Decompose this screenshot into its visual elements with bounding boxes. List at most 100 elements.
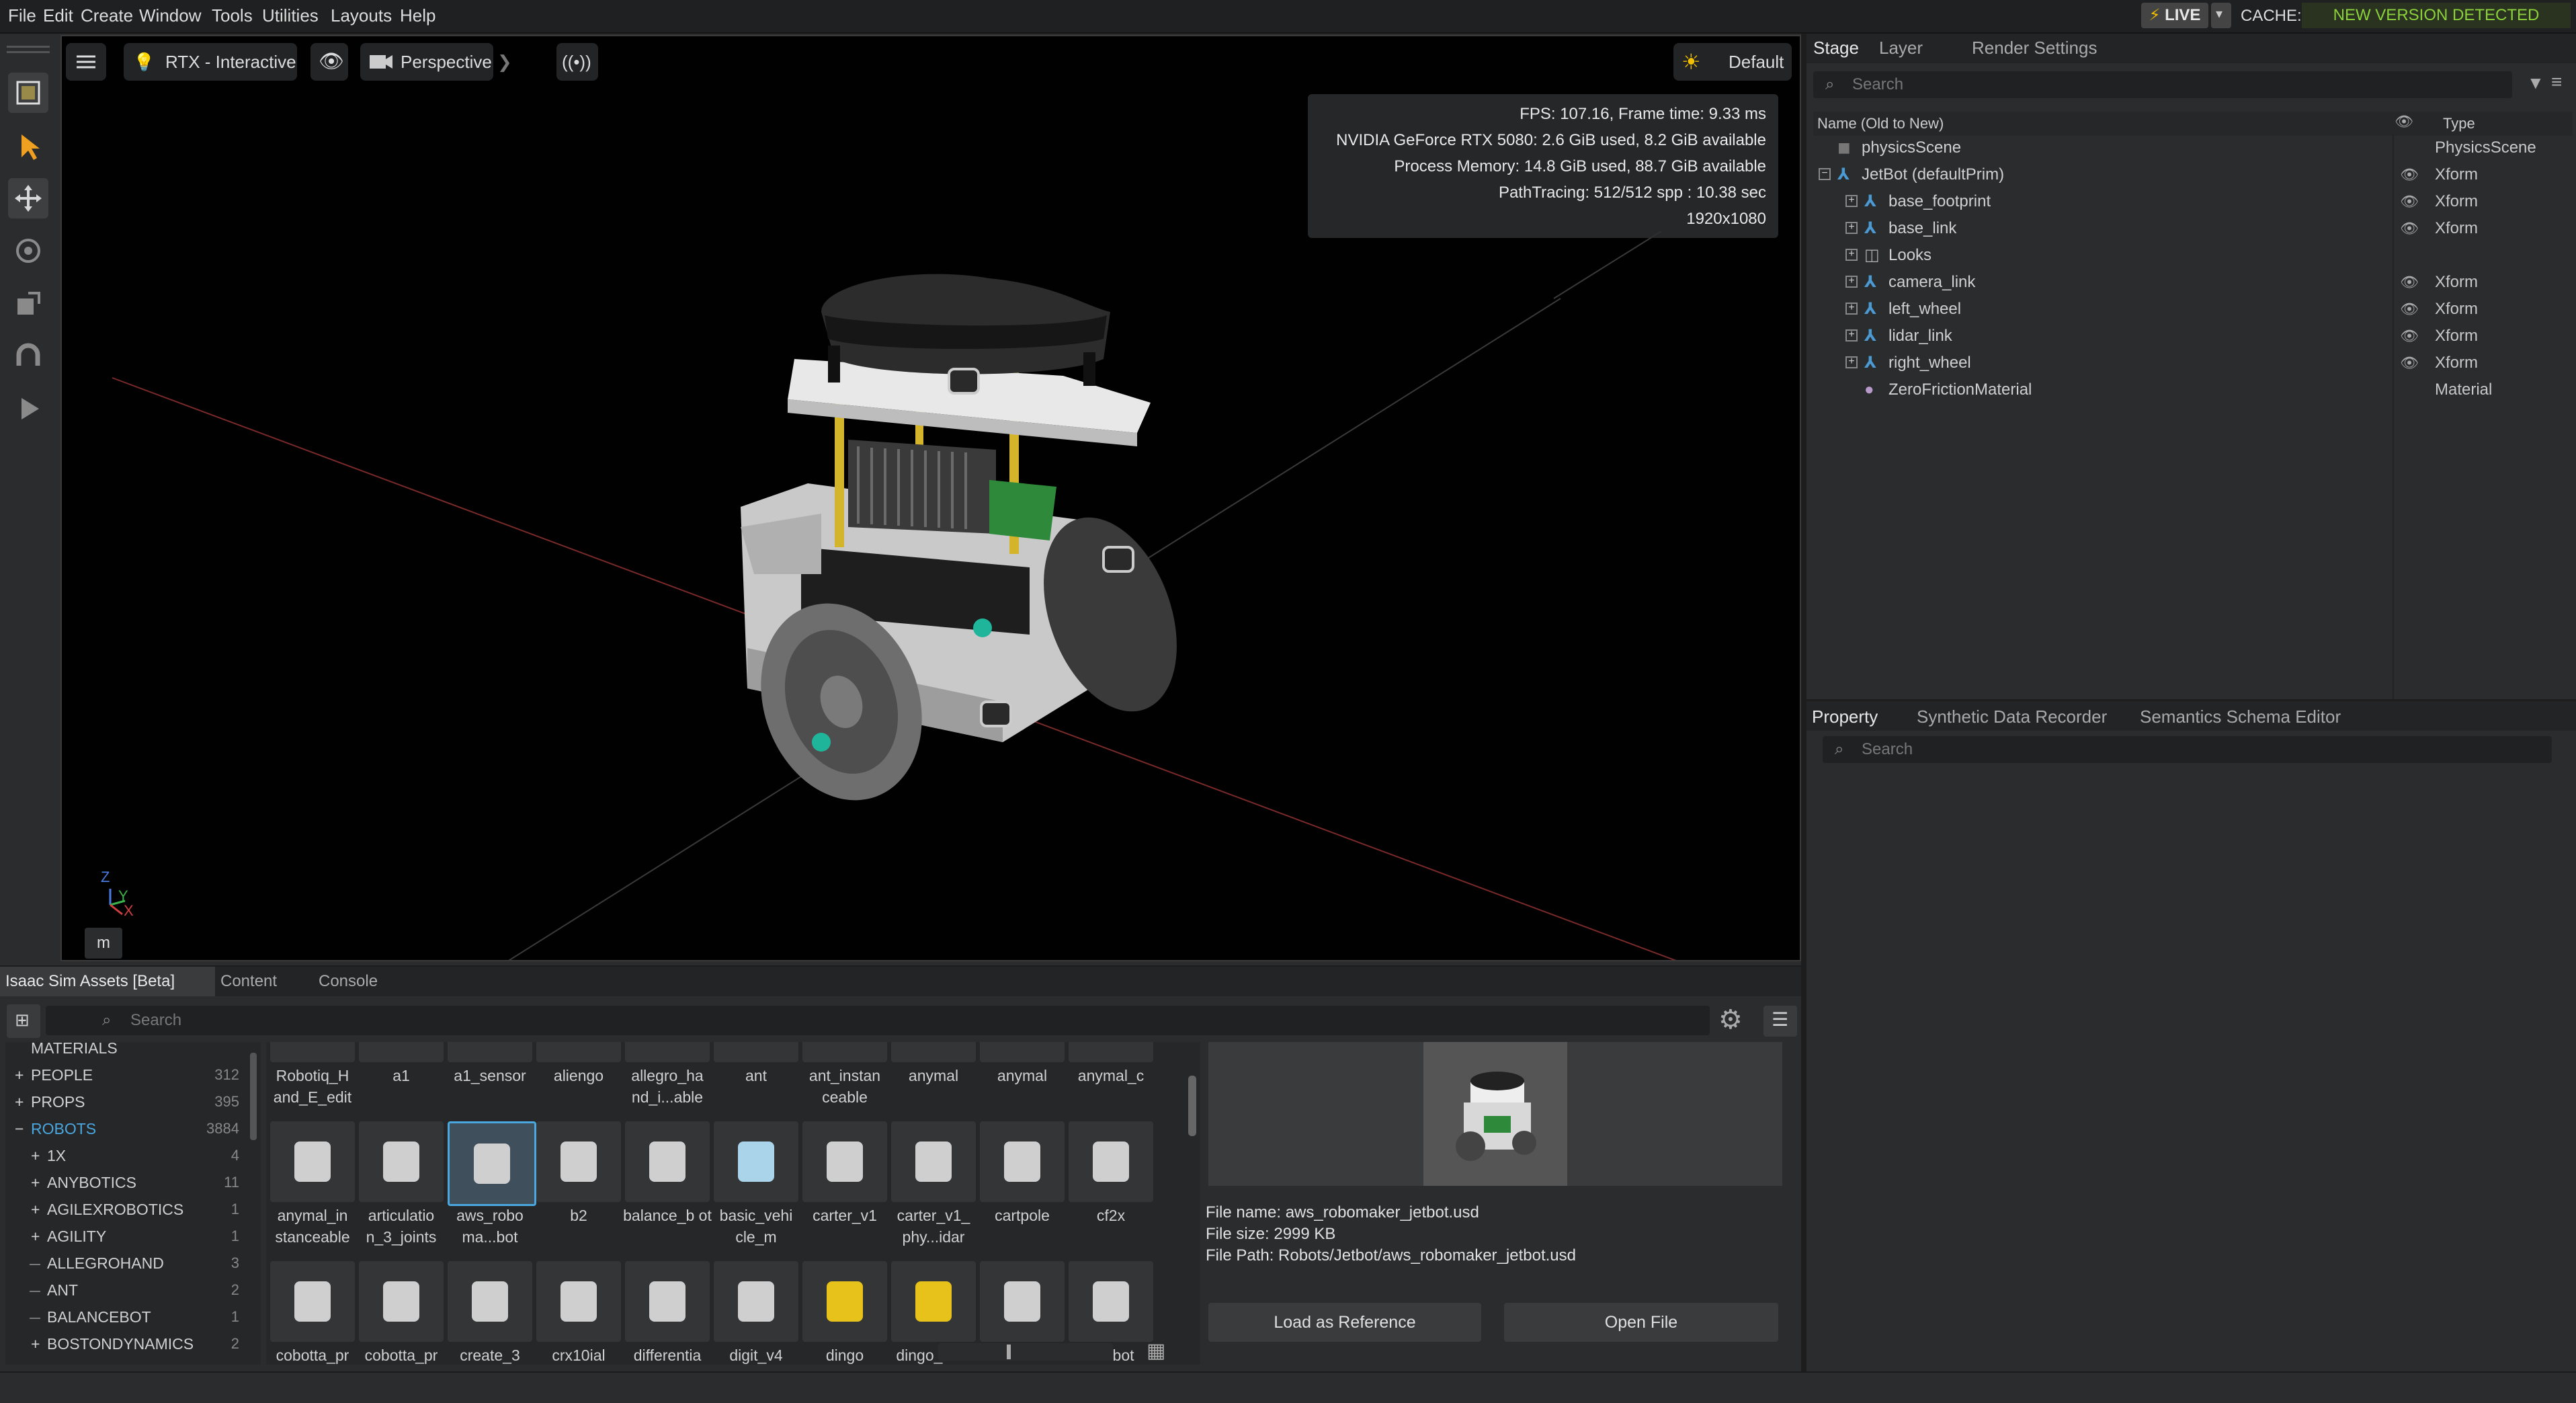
category-item[interactable]: ALLEGROHAND 3 [5, 1250, 247, 1277]
category-item[interactable]: ANT 2 [5, 1277, 247, 1304]
visibility-eye-icon[interactable]: 👁 [2400, 296, 2419, 323]
viewport-settings-button[interactable] [66, 43, 106, 81]
visibility-eye-icon[interactable]: 👁 [2400, 323, 2419, 350]
asset-label[interactable]: cobotta_pr [357, 1345, 446, 1365]
expand-icon[interactable]: + [1845, 249, 1858, 261]
asset-thumbnail[interactable] [802, 1042, 887, 1062]
category-item[interactable]: + PEOPLE 312 [5, 1062, 247, 1089]
asset-thumbnail[interactable] [891, 1042, 976, 1062]
menu-tools[interactable]: Tools [212, 5, 253, 26]
snap-tool-button[interactable] [8, 73, 48, 113]
collapse-icon[interactable]: − [15, 1120, 24, 1138]
eye-icon[interactable]: 👁 [2395, 113, 2413, 130]
thumbnail-size-slider[interactable] [938, 1343, 1113, 1361]
visibility-eye-icon[interactable]: 👁 [2400, 350, 2419, 376]
expand-icon[interactable]: + [15, 1066, 24, 1084]
asset-thumbnail[interactable] [625, 1121, 710, 1202]
asset-thumbnail[interactable] [714, 1042, 798, 1062]
panel-splitter[interactable] [1801, 34, 1806, 1371]
asset-label[interactable]: crx10ial [534, 1345, 623, 1365]
tab-layer[interactable]: Layer [1879, 38, 1923, 58]
menu-utilities[interactable]: Utilities [262, 5, 319, 26]
menu-help[interactable]: Help [400, 5, 435, 26]
category-item[interactable]: − ROBOTS 3884 [5, 1116, 247, 1143]
asset-label[interactable]: allegro_ha nd_i...able [623, 1065, 712, 1108]
render-mode-dropdown[interactable]: 💡 RTX - Interactive [124, 43, 297, 81]
filter-icon[interactable]: ▼ [2527, 73, 2544, 93]
expand-icon[interactable]: + [31, 1228, 40, 1246]
asset-label[interactable]: a1 [357, 1065, 446, 1086]
asset-thumbnail[interactable] [359, 1261, 444, 1342]
column-name-header[interactable]: Name (Old to New) [1817, 115, 1944, 132]
expand-icon[interactable]: + [1845, 195, 1858, 207]
asset-label[interactable]: balance_b ot [623, 1205, 712, 1226]
expand-icon[interactable]: + [31, 1174, 40, 1192]
asset-label[interactable]: cartpole [978, 1205, 1067, 1226]
asset-thumbnail[interactable] [625, 1261, 710, 1342]
expand-icon[interactable]: + [31, 1335, 40, 1353]
visibility-eye-icon[interactable]: 👁 [2400, 161, 2419, 188]
move-tool-button[interactable] [8, 178, 48, 218]
expand-icon[interactable]: + [1845, 356, 1858, 368]
asset-label[interactable]: ant [712, 1065, 800, 1086]
menu-create[interactable]: Create [81, 5, 133, 26]
tab-console[interactable]: Console [319, 972, 378, 991]
property-search-input[interactable]: ⌕ Search [1823, 736, 2552, 763]
category-item[interactable]: + PROPS 395 [5, 1089, 247, 1116]
asset-label[interactable]: aliengo [534, 1065, 623, 1086]
stage-tree-row[interactable]: + ◫ Looks [1806, 242, 2573, 269]
jetbot-robot-model[interactable] [707, 258, 1177, 809]
live-dropdown-button[interactable]: ▾ [2211, 3, 2231, 28]
asset-label[interactable]: b2 [534, 1205, 623, 1226]
menu-file[interactable]: File [8, 5, 36, 26]
asset-label[interactable]: carter_v1_ phy...idar [889, 1205, 978, 1248]
asset-thumbnail[interactable] [536, 1261, 621, 1342]
tab-synthetic-data-recorder[interactable]: Synthetic Data Recorder [1917, 707, 2107, 727]
tab-stage[interactable]: Stage [1813, 38, 1859, 58]
menu-window[interactable]: Window [139, 5, 201, 26]
expand-icon[interactable]: + [1845, 329, 1858, 342]
asset-grid-scrollbar[interactable] [1188, 1076, 1196, 1136]
options-menu-icon[interactable]: ≡ [2551, 71, 2562, 93]
asset-label[interactable]: articulatio n_3_joints [357, 1205, 446, 1248]
asset-thumbnail[interactable] [1069, 1042, 1153, 1062]
stage-tree-row[interactable]: + ⅄ base_footprint 👁 Xform [1806, 188, 2573, 215]
category-item[interactable]: MATERIALS [5, 1042, 247, 1062]
asset-thumbnail[interactable] [891, 1121, 976, 1202]
asset-thumbnail[interactable] [625, 1042, 710, 1062]
expand-icon[interactable]: + [1845, 222, 1858, 234]
category-item[interactable]: + ANYBOTICS 11 [5, 1170, 247, 1197]
asset-thumbnail[interactable] [980, 1261, 1065, 1342]
tab-render-settings[interactable]: Render Settings [1972, 38, 2097, 58]
asset-thumbnail[interactable] [270, 1261, 355, 1342]
visibility-eye-icon[interactable]: 👁 [2400, 215, 2419, 242]
play-button[interactable] [8, 389, 48, 429]
list-view-button[interactable]: ☰ [1763, 1006, 1797, 1037]
asset-thumbnail[interactable] [802, 1121, 887, 1202]
menu-layouts[interactable]: Layouts [331, 5, 392, 26]
asset-thumbnail[interactable] [714, 1121, 798, 1202]
scale-tool-button[interactable] [8, 284, 48, 324]
asset-thumbnail[interactable] [536, 1042, 621, 1062]
asset-label[interactable]: anymal_c [1067, 1065, 1155, 1086]
category-item[interactable]: + BOSTONDYNAMICS 2 [5, 1331, 247, 1358]
asset-label[interactable]: digit_v4 [712, 1345, 800, 1365]
open-file-button[interactable]: Open File [1504, 1303, 1778, 1342]
tab-property[interactable]: Property [1812, 707, 1878, 727]
asset-label[interactable]: anymal_in stanceable [268, 1205, 357, 1248]
assets-search-input[interactable]: ⌕ Search [46, 1006, 1710, 1035]
gear-icon[interactable]: ⚙ [1718, 1004, 1743, 1035]
expand-icon[interactable]: + [31, 1147, 40, 1165]
category-item[interactable]: + CARTER 2587 [5, 1358, 247, 1365]
select-tool-button[interactable] [8, 126, 48, 167]
tab-content[interactable]: Content [220, 972, 277, 991]
camera-dropdown[interactable]: Perspective [360, 43, 493, 81]
stage-tree-row[interactable]: + ⅄ right_wheel 👁 Xform [1806, 350, 2573, 376]
stage-tree-row[interactable]: + ⅄ base_link 👁 Xform [1806, 215, 2573, 242]
menu-edit[interactable]: Edit [43, 5, 73, 26]
asset-thumbnail[interactable] [980, 1042, 1065, 1062]
stage-tree-row[interactable]: − ⅄ JetBot (defaultPrim) 👁 Xform [1806, 161, 2573, 188]
asset-label[interactable]: ant_instan ceable [800, 1065, 889, 1108]
stage-tree-row[interactable]: + ⅄ lidar_link 👁 Xform [1806, 323, 2573, 350]
category-scrollbar[interactable] [250, 1053, 257, 1140]
